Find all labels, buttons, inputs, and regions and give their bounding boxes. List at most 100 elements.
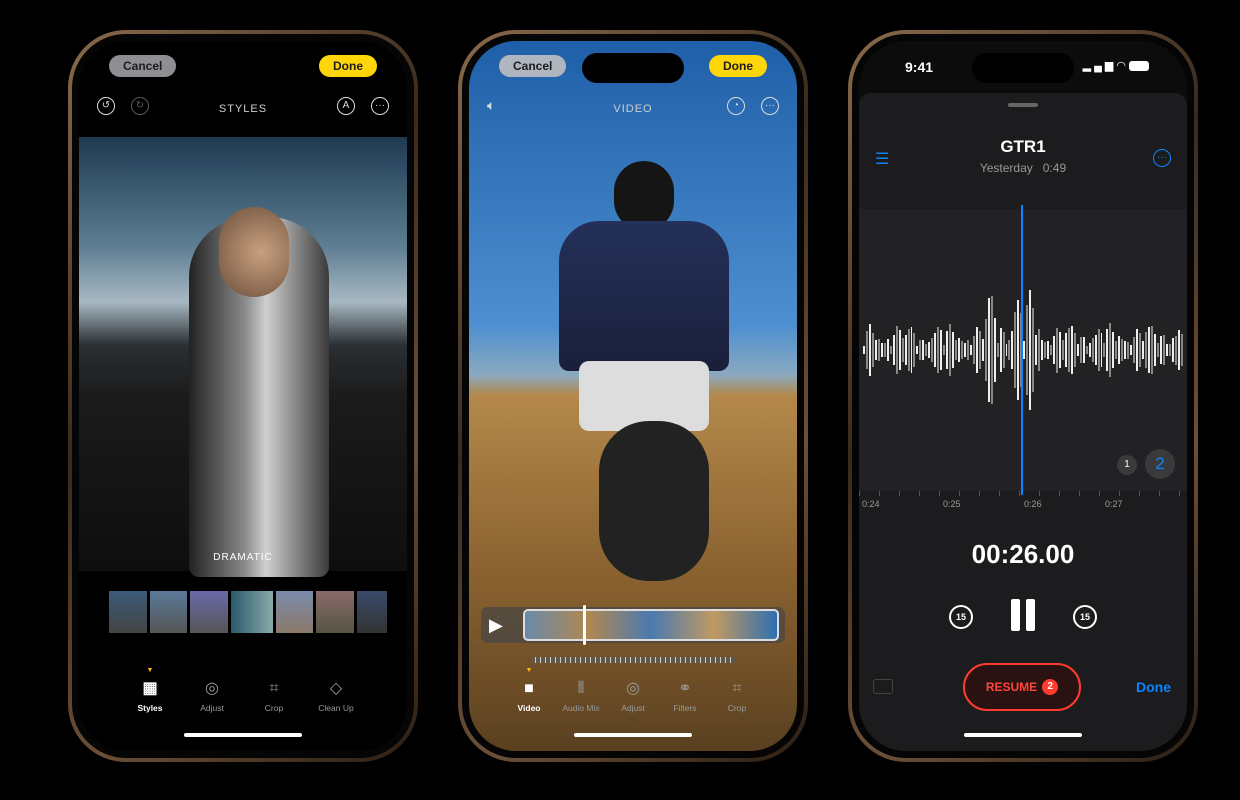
waveform-bar [901, 337, 904, 363]
waveform-bar [1058, 332, 1061, 368]
crop-icon: ⌗ [269, 680, 279, 697]
waveform-bar [1094, 334, 1097, 366]
tab-adjust[interactable]: ◎ Adjust [611, 679, 655, 713]
timeline-ruler[interactable]: 0:24 0:25 0:26 0:27 [859, 491, 1187, 515]
waveform-bar [1127, 341, 1130, 359]
waveform-bar [1112, 332, 1115, 368]
waveform-bar [886, 338, 889, 362]
waveform-bar [1103, 343, 1106, 357]
done-button[interactable]: Done [709, 55, 767, 77]
waveform-bar [1106, 328, 1109, 372]
waveform [859, 209, 1187, 491]
waveform-bar [1171, 338, 1174, 362]
waveform-bar [1168, 343, 1171, 357]
waveform-bar [868, 324, 871, 376]
waveform-bar [1097, 329, 1100, 371]
editor-tab-bar: ▼ ▦ Styles ◎ Adjust ⌗ Crop ◇ Clean Up [79, 667, 407, 713]
done-button[interactable]: Done [319, 55, 377, 77]
take-count-badge: 2 [1042, 679, 1059, 695]
layer-1-button[interactable]: 1 [1117, 455, 1137, 475]
waveform-bar [1165, 344, 1168, 356]
style-thumbnail-selected[interactable] [231, 591, 273, 633]
waveform-bar [1153, 333, 1156, 367]
pause-button[interactable] [1011, 599, 1035, 631]
eraser-icon: ◇ [329, 680, 343, 697]
waveform-bar [1055, 327, 1058, 373]
more-icon[interactable]: ··· [371, 97, 389, 115]
waveform-bar [1177, 330, 1180, 370]
video-camera-icon: ■ [524, 680, 534, 697]
cancel-button[interactable]: Cancel [109, 55, 177, 77]
video-screen: Cancel Done 🔈︎ VIDEO ◔ ··· ▶ ▼ ■ Video ⫴ Au… [469, 41, 797, 751]
selected-indicator: ▼ [525, 667, 533, 674]
waveform-bar [1076, 344, 1079, 356]
speed-icon[interactable]: ◔ [727, 97, 745, 115]
waveform-area[interactable]: 1 2 [859, 205, 1187, 495]
waveform-bar [952, 332, 955, 368]
tab-video[interactable]: ▼ ■ Video [507, 667, 551, 713]
waveform-bar [1115, 341, 1118, 359]
tab-label: Adjust [200, 703, 224, 713]
video-timeline[interactable]: ▶ [481, 605, 785, 645]
tab-crop[interactable]: ⌗ Crop [252, 679, 296, 713]
sheet-grabber[interactable] [1008, 103, 1038, 107]
waveform-bar [987, 297, 990, 403]
waveform-bar [865, 331, 868, 369]
tab-label: Clean Up [318, 703, 354, 713]
tab-clean-up[interactable]: ◇ Clean Up [314, 679, 358, 713]
waveform-bar [907, 329, 910, 371]
styles-screen: Cancel Done ↺ ↻ STYLES A ··· DRAMATIC ▼ ▦… [79, 41, 407, 751]
style-thumbnail[interactable] [275, 591, 314, 633]
waveform-bar [999, 328, 1002, 372]
skip-forward-icon: 15 [1079, 612, 1090, 622]
transcript-icon[interactable] [873, 679, 893, 694]
style-name-label: DRAMATIC [213, 552, 273, 563]
tab-crop[interactable]: ⌗ Crop [715, 679, 759, 713]
style-thumbnail[interactable] [149, 591, 188, 633]
done-button[interactable]: Done [1136, 679, 1171, 695]
waveform-bar [955, 340, 957, 360]
resume-button[interactable]: RESUME 2 [963, 663, 1081, 711]
phone-photo-styles: Cancel Done ↺ ↻ STYLES A ··· DRAMATIC ▼ ▦… [68, 30, 418, 762]
tab-styles[interactable]: ▼ ▦ Styles [128, 667, 172, 713]
home-indicator [184, 733, 302, 737]
tab-audio-mix[interactable]: ⫴ Audio Mix [559, 679, 603, 713]
adjust-dial-icon: ◎ [626, 680, 640, 697]
waveform-bar [895, 325, 898, 375]
waveform-bar [874, 339, 877, 361]
waveform-bar [898, 330, 901, 370]
timeline-label: 0:25 [943, 499, 961, 509]
waveform-bar [1070, 326, 1073, 374]
phone-voice-memos: 9:41 ▂▄▆◠ ☰ GTR1 Yesterday 0:49 ··· 1 2 … [848, 30, 1198, 762]
playhead[interactable] [1021, 205, 1023, 495]
style-thumbnail[interactable] [356, 591, 388, 633]
filters-icon: ⚭ [678, 680, 692, 697]
waveform-bar [1029, 289, 1032, 411]
more-icon[interactable]: ··· [1153, 149, 1171, 167]
waveform-bar [937, 327, 940, 373]
filmstrip[interactable] [523, 609, 779, 641]
style-thumbnail[interactable] [190, 591, 229, 633]
style-thumbnails[interactable] [109, 591, 388, 633]
waveform-bar [1100, 332, 1103, 368]
skip-back-button[interactable]: 15 [949, 605, 973, 629]
waveform-bar [946, 330, 949, 370]
skip-forward-button[interactable]: 15 [1073, 605, 1097, 629]
cancel-button[interactable]: Cancel [499, 55, 567, 77]
waveform-bar [943, 345, 946, 355]
playhead[interactable] [583, 605, 586, 645]
waveform-bar [928, 341, 931, 359]
styles-grid-icon: ▦ [142, 680, 158, 697]
more-icon[interactable]: ··· [761, 97, 779, 115]
style-thumbnail[interactable] [316, 591, 354, 633]
waveform-bar [1023, 340, 1026, 360]
waveform-bar [931, 337, 934, 363]
elapsed-timer: 00:26.00 [971, 539, 1075, 569]
play-icon[interactable]: ▶ [489, 615, 503, 635]
style-thumbnail[interactable] [109, 591, 147, 633]
layer-2-button[interactable]: 2 [1145, 449, 1175, 479]
tab-filters[interactable]: ⚭ Filters [663, 679, 707, 713]
markup-icon[interactable]: A [337, 97, 355, 115]
waveform-bar [975, 326, 978, 374]
tab-adjust[interactable]: ◎ Adjust [190, 679, 234, 713]
